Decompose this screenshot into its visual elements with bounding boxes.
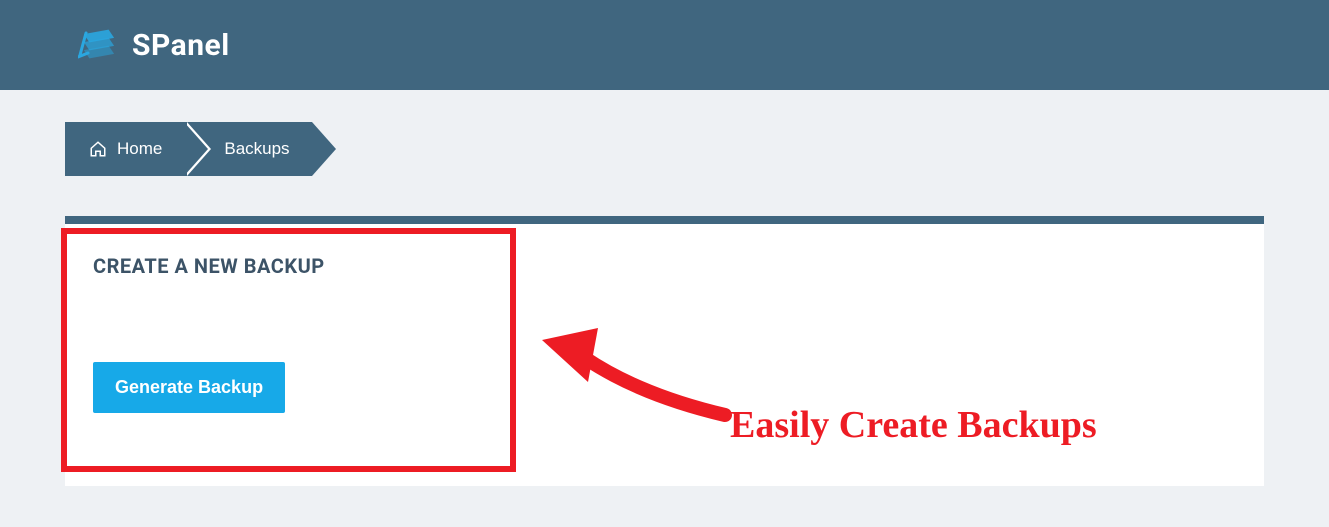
- panel-title: CREATE A NEW BACKUP: [93, 254, 1236, 278]
- spanel-logo-icon: [78, 25, 118, 65]
- generate-backup-button[interactable]: Generate Backup: [93, 362, 285, 413]
- breadcrumb: Home Backups: [65, 122, 1264, 176]
- home-icon: [89, 140, 107, 158]
- backup-panel: CREATE A NEW BACKUP Generate Backup: [65, 216, 1264, 486]
- brand-name: SPanel: [132, 28, 230, 63]
- app-header: SPanel: [0, 0, 1329, 90]
- breadcrumb-home-label: Home: [117, 139, 162, 159]
- breadcrumb-current-label: Backups: [224, 139, 289, 159]
- brand-logo[interactable]: SPanel: [78, 25, 230, 65]
- generate-backup-label: Generate Backup: [115, 377, 263, 397]
- content-area: Home Backups CREATE A NEW BACKUP Generat…: [0, 90, 1329, 486]
- breadcrumb-home[interactable]: Home: [65, 122, 184, 176]
